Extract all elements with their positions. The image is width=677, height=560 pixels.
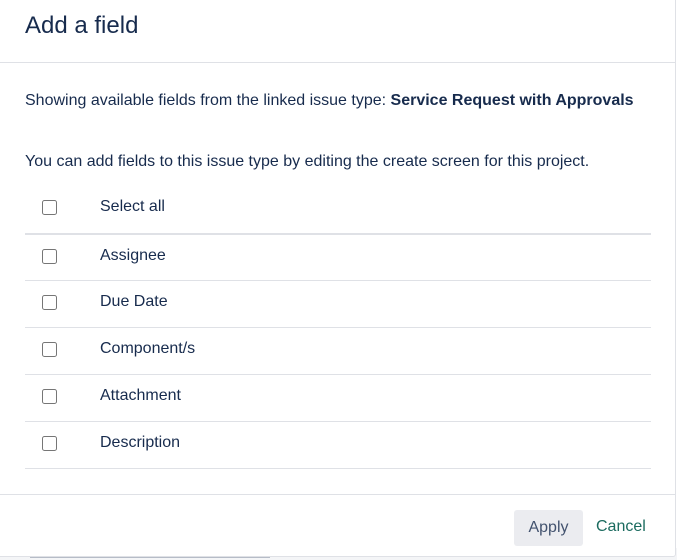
field-label-due-date[interactable]: Due Date xyxy=(100,292,168,312)
dialog-title: Add a field xyxy=(25,12,139,39)
linked-issue-type-info: Showing available fields from the linked… xyxy=(25,88,651,113)
select-all-row[interactable]: Select all xyxy=(25,187,651,235)
field-row-attachment[interactable]: Attachment xyxy=(25,375,651,422)
select-all-label[interactable]: Select all xyxy=(100,197,165,217)
dialog-header: Add a field xyxy=(0,0,675,63)
field-label-attachment[interactable]: Attachment xyxy=(100,386,181,406)
dialog-body: Showing available fields from the linked… xyxy=(25,63,651,494)
dialog-footer: Apply Cancel xyxy=(0,494,675,556)
select-all-checkbox[interactable] xyxy=(42,200,57,215)
field-row-description[interactable]: Description xyxy=(25,422,651,469)
field-row-components[interactable]: Component/s xyxy=(25,328,651,375)
field-row-assignee[interactable]: Assignee xyxy=(25,235,651,281)
cancel-link[interactable]: Cancel xyxy=(596,517,646,537)
field-row-due-date[interactable]: Due Date xyxy=(25,281,651,328)
field-list: Assignee Due Date Component/s Attachment… xyxy=(25,235,651,469)
help-text: You can add fields to this issue type by… xyxy=(25,153,590,170)
field-checkbox-due-date[interactable] xyxy=(42,295,57,310)
field-checkbox-attachment[interactable] xyxy=(42,389,57,404)
linked-issue-type-name: Service Request with Approvals xyxy=(390,92,634,109)
field-checkbox-assignee[interactable] xyxy=(42,249,57,264)
linked-info-prefix: Showing available fields from the linked… xyxy=(25,92,391,109)
field-label-description[interactable]: Description xyxy=(100,433,180,453)
add-field-dialog: Add a field Showing available fields fro… xyxy=(0,0,676,557)
apply-button[interactable]: Apply xyxy=(514,510,583,546)
field-checkbox-components[interactable] xyxy=(42,342,57,357)
field-checkbox-description[interactable] xyxy=(42,436,57,451)
field-label-assignee[interactable]: Assignee xyxy=(100,246,166,266)
field-label-components[interactable]: Component/s xyxy=(100,339,195,359)
